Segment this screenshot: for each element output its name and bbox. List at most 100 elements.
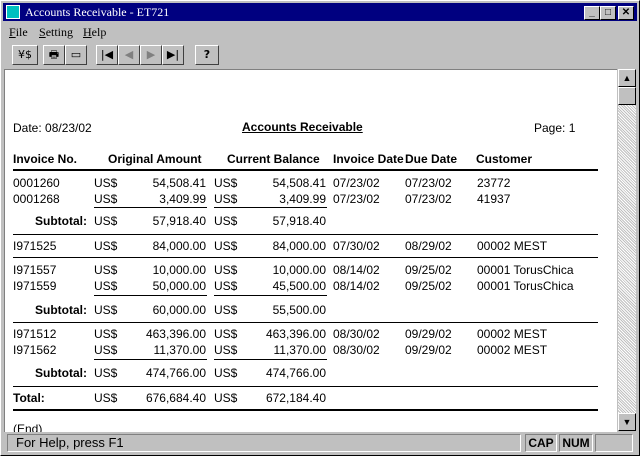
cell-due-date: 09/29/02	[405, 327, 452, 341]
subtotal-original: 474,766.00	[145, 366, 206, 380]
scroll-thumb[interactable]	[618, 87, 636, 105]
scroll-up-icon[interactable]: ▲	[618, 69, 636, 87]
header-rule	[13, 169, 598, 171]
caps-indicator: CAP	[525, 434, 557, 452]
subtotal-current: 55,500.00	[272, 303, 326, 317]
cell-currency: US$	[214, 327, 238, 341]
cell-currency: US$	[214, 343, 238, 357]
report-date: Date: 08/23/02	[13, 121, 92, 135]
vertical-scrollbar[interactable]: ▲ ▼	[618, 69, 636, 431]
cell-due-date: 09/29/02	[405, 343, 452, 357]
title-bar: Accounts Receivable - ET721 _ □ ✕	[3, 3, 637, 21]
cell-currency: US$	[94, 366, 118, 380]
cell-customer: 00001 TorusChica	[477, 263, 574, 277]
preview-button[interactable]: ▭	[65, 45, 87, 65]
cell-due-date: 07/23/02	[405, 176, 452, 190]
menu-bar: File Setting Help	[3, 23, 637, 41]
cell-customer: 00001 TorusChica	[477, 279, 574, 293]
status-text: For Help, press F1	[7, 434, 521, 452]
cell-customer: 00002 MEST	[477, 343, 548, 357]
cell-invoice-date: 08/30/02	[333, 327, 380, 341]
cell-due-date: 09/25/02	[405, 263, 452, 277]
cell-customer: 00002 MEST	[477, 327, 548, 341]
maximize-button[interactable]: □	[600, 6, 616, 20]
next-page-button[interactable]: ▶	[140, 45, 162, 65]
subtotal-current: 57,918.40	[272, 214, 326, 228]
menu-setting[interactable]: Setting	[39, 25, 73, 40]
total-label: Total:	[13, 391, 45, 405]
first-page-button[interactable]: |◀	[96, 45, 118, 65]
report-view[interactable]: Date: 08/23/02 Accounts Receivable Page:…	[4, 69, 617, 432]
cell-currency: US$	[94, 327, 118, 341]
cell-invoice-date: 07/30/02	[333, 239, 380, 253]
cell-current: 84,000.00	[272, 239, 326, 253]
cell-invoice: 0001260	[13, 176, 60, 190]
cell-original: 11,370.00	[153, 343, 207, 357]
window-title: Accounts Receivable - ET721	[25, 5, 170, 19]
subtotal-rule	[214, 295, 327, 296]
app-window: Accounts Receivable - ET721 _ □ ✕ File S…	[0, 0, 640, 456]
total-current: 672,184.40	[265, 391, 326, 405]
cell-due-date: 09/25/02	[405, 279, 452, 293]
cell-invoice-date: 08/30/02	[333, 343, 380, 357]
minimize-button[interactable]: _	[584, 6, 600, 20]
print-button[interactable]: 🖶	[43, 45, 65, 65]
cell-currency: US$	[94, 176, 118, 190]
status-bar: For Help, press F1 CAP NUM	[3, 433, 637, 453]
subtotal-rule	[214, 207, 327, 208]
cell-invoice: I971525	[13, 239, 57, 253]
close-button[interactable]: ✕	[618, 6, 634, 20]
cell-currency: US$	[94, 303, 118, 317]
cell-customer: 23772	[477, 176, 511, 190]
total-rule	[13, 409, 598, 411]
cell-original: 463,396.00	[145, 327, 206, 341]
subtotal-original: 60,000.00	[152, 303, 206, 317]
cell-current: 45,500.00	[272, 279, 326, 293]
page-number: Page: 1	[534, 121, 576, 135]
subtotal-label: Subtotal:	[35, 303, 87, 317]
last-page-button[interactable]: ▶|	[162, 45, 184, 65]
help-button[interactable]: ?	[195, 45, 219, 65]
cell-original: 50,000.00	[152, 279, 206, 293]
subtotal-rule	[94, 359, 207, 360]
scroll-indicator	[595, 434, 633, 452]
cell-current: 54,508.41	[272, 176, 326, 190]
cell-invoice: I971557	[13, 263, 57, 277]
cell-currency: US$	[214, 263, 238, 277]
report-end: (End)	[13, 422, 43, 432]
cell-due-date: 08/29/02	[405, 239, 452, 253]
cell-current: 3,409.99	[279, 192, 326, 206]
cell-current: 11,370.00	[273, 343, 327, 357]
cell-invoice: I971562	[13, 343, 57, 357]
cell-currency: US$	[214, 391, 238, 405]
cell-currency: US$	[94, 192, 118, 206]
group-separator	[13, 386, 598, 387]
header-current-balance: Current Balance	[227, 152, 320, 166]
group-separator	[13, 322, 598, 323]
cell-currency: US$	[214, 176, 238, 190]
cell-currency: US$	[214, 192, 238, 206]
cell-currency: US$	[94, 279, 118, 293]
cell-customer: 41937	[477, 192, 511, 206]
app-icon[interactable]	[6, 5, 20, 19]
cell-currency: US$	[214, 303, 238, 317]
subtotal-label: Subtotal:	[35, 366, 87, 380]
menu-help[interactable]: Help	[83, 25, 106, 40]
cell-invoice-date: 08/14/02	[333, 263, 380, 277]
subtotal-label: Subtotal:	[35, 214, 87, 228]
menu-file[interactable]: File	[9, 25, 28, 40]
cell-currency: US$	[94, 391, 118, 405]
cell-currency: US$	[214, 366, 238, 380]
total-original: 676,684.40	[145, 391, 206, 405]
subtotal-original: 57,918.40	[152, 214, 206, 228]
cell-invoice: I971559	[13, 279, 57, 293]
cell-invoice: 0001268	[13, 192, 60, 206]
prev-page-button[interactable]: ◀	[118, 45, 140, 65]
currency-button[interactable]: ¥$	[12, 45, 38, 65]
cell-currency: US$	[214, 279, 238, 293]
header-due-date: Due Date	[405, 152, 458, 166]
group-separator	[13, 234, 598, 235]
report-title: Accounts Receivable	[242, 120, 363, 134]
scroll-down-icon[interactable]: ▼	[618, 413, 636, 431]
cell-currency: US$	[94, 214, 118, 228]
